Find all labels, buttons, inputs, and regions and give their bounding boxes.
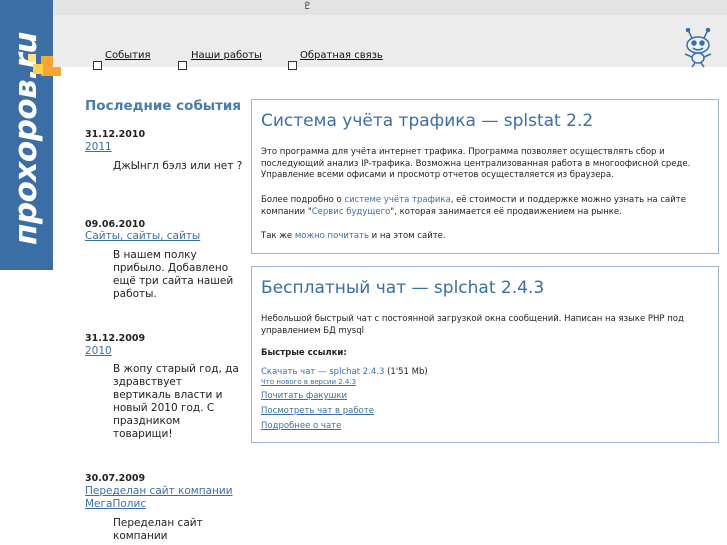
splstat-more-info: Более подробно о системе учёта трафика, …: [261, 195, 711, 218]
event-title-link[interactable]: 2011: [85, 141, 112, 153]
text-fragment: Более подробно о: [261, 195, 345, 205]
service-future-link[interactable]: Сервис будущего: [312, 207, 391, 217]
logo-square-light: [28, 54, 36, 62]
nav-checkbox-feedback[interactable]: [288, 61, 297, 70]
chat-demo-link[interactable]: Посмотреть чат в работе: [261, 406, 374, 416]
quick-links-label: Быстрые ссылки:: [261, 348, 347, 358]
splstat-title: Система учёта трафика — splstat 2.2: [261, 111, 594, 131]
event-text: Переделан сайт компании: [113, 517, 203, 542]
event-date: 31.12.2010: [85, 129, 146, 140]
nav-events[interactable]: События: [105, 50, 151, 61]
splchat-panel: Бесплатный чат — splchat 2.4.3 Небольшой…: [251, 266, 719, 443]
faq-link[interactable]: Почитать факушки: [261, 391, 347, 401]
traffic-system-link[interactable]: системе учёта трафика: [344, 195, 450, 205]
event-title-link[interactable]: Сайты, сайты, сайты: [85, 230, 200, 242]
event-date: 09.06.2010: [85, 219, 146, 230]
event-title-link[interactable]: 2010: [85, 345, 112, 357]
nav-our-works[interactable]: Наши работы: [191, 50, 262, 61]
event-title-link[interactable]: Переделан сайт компании МегаПолис: [85, 485, 235, 511]
event-text: В жопу старый год, да здравствует вертик…: [113, 363, 239, 440]
logo-block[interactable]: прохоров.ru: [0, 0, 53, 270]
splchat-title: Бесплатный чат — splchat 2.4.3: [261, 278, 545, 298]
nav-checkbox-works[interactable]: [178, 61, 187, 70]
sidebar-heading: Последние события: [85, 98, 242, 114]
logo-main: прохоров: [8, 79, 44, 245]
read-more-link[interactable]: можно почитать: [295, 231, 369, 241]
splstat-panel: Система учёта трафика — splstat 2.2 Это …: [251, 99, 719, 254]
nav-checkbox-events[interactable]: [93, 61, 102, 70]
event-date: 30.07.2009: [85, 473, 146, 484]
nav-feedback[interactable]: Обратная связь: [300, 50, 383, 61]
logo-column: прохоров.ru: [0, 0, 61, 545]
download-size: (1'51 Mb): [384, 367, 428, 377]
splchat-description: Небольшой быстрый чат с постоянной загру…: [261, 314, 684, 336]
tree-icon[interactable]: ♇: [303, 1, 312, 12]
splstat-description: Это программа для учёта интернет трафика…: [261, 147, 691, 180]
whats-new-link[interactable]: Что нового в версии 2.4.3: [261, 378, 356, 386]
top-strip: ♇: [53, 0, 727, 15]
main-nav: События Наши работы Обратная связь: [53, 15, 727, 70]
logo-square-yellow: [33, 64, 43, 74]
event-text: ДжЫнгл бэлз или нет ?: [113, 160, 243, 172]
chat-details-link[interactable]: Подробнее о чате: [261, 421, 341, 431]
mascot-icon: [684, 28, 712, 68]
download-row: Скачать чат — splchat 2.4.3 (1'51 Mb): [261, 367, 711, 379]
text-fragment: и на этом сайте.: [368, 231, 446, 241]
text-fragment: Так же: [261, 231, 295, 241]
event-date: 31.12.2009: [85, 333, 146, 344]
download-chat-link[interactable]: Скачать чат — splchat 2.4.3: [261, 367, 384, 377]
text-fragment: ", которая занимается её продвижением на…: [390, 206, 622, 217]
splstat-read-here: Так же можно почитать и на этом сайте.: [261, 231, 711, 243]
sidebar: Последние события: [85, 98, 245, 114]
event-text: В нашем полку прибыло. Добавлено ещё три…: [113, 249, 234, 300]
